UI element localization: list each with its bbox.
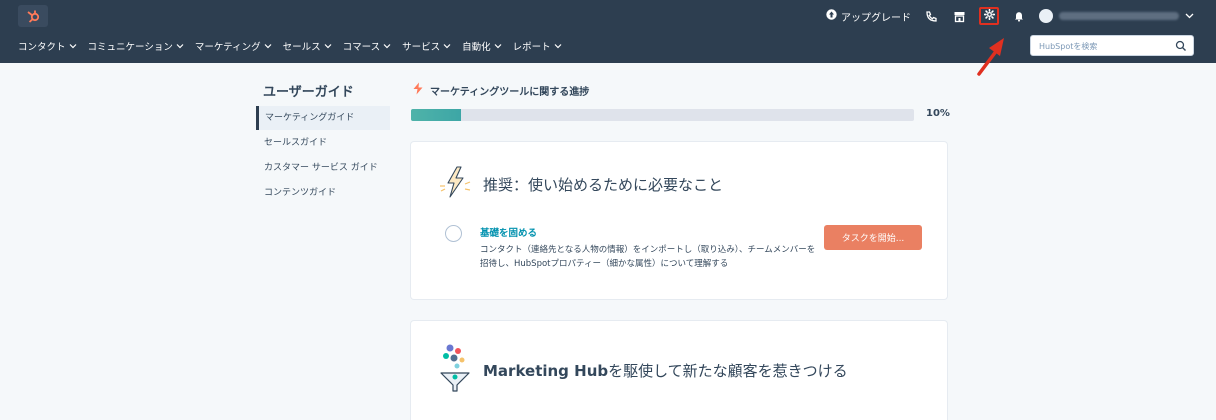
nav-label: サービス — [402, 42, 441, 53]
progress-bar-fill — [411, 109, 462, 121]
marketplace-icon[interactable] — [951, 8, 967, 24]
sidebar-item-marketing-guide[interactable]: マーケティングガイド — [256, 106, 390, 130]
card-heading-text: Marketing Hubを駆使して新たな顧客を惹きつける — [483, 360, 848, 381]
nav-label: セールス — [282, 42, 321, 53]
sidebar-title: ユーザーガイド — [263, 85, 354, 100]
hubspot-logo-icon[interactable] — [18, 5, 48, 27]
progress-header: マーケティングツールに関する進捗 — [412, 82, 589, 98]
card-heading-rest: を駆使して新たな顧客を惹きつける — [608, 361, 848, 380]
recommended-card: 推奨：使い始めるために必要なこと 基礎を固める コンタクト（連絡先となる人物の情… — [411, 142, 947, 299]
progress-title: マーケティングツールに関する進捗 — [430, 86, 590, 98]
phone-icon[interactable] — [923, 8, 939, 24]
chevron-down-icon — [264, 44, 272, 49]
chevron-down-icon — [554, 44, 562, 49]
nav-marketing[interactable]: マーケティング — [195, 39, 272, 53]
nav-label: コンタクト — [18, 42, 66, 53]
spark-icon — [412, 82, 424, 98]
top-navigation-bar: アップグレード コンタクト コミュニケーション マーケティング セールス コマー… — [0, 0, 1216, 63]
sidebar-guide-list: マーケティングガイド セールスガイド カスタマー サービス ガイド コンテンツガ… — [256, 106, 390, 206]
search-icon[interactable] — [1175, 40, 1187, 52]
gear-icon — [983, 8, 995, 23]
funnel-icon — [437, 343, 473, 397]
nav-conversations[interactable]: コミュニケーション — [88, 39, 184, 53]
nav-commerce[interactable]: コマース — [343, 39, 392, 53]
search-input[interactable] — [1039, 39, 1169, 53]
marketing-hub-card: Marketing Hubを駆使して新たな顧客を惹きつける — [411, 321, 947, 420]
lightning-icon — [437, 164, 473, 204]
global-search — [1030, 35, 1194, 56]
upgrade-button[interactable]: アップグレード — [826, 9, 911, 24]
avatar — [1039, 9, 1053, 23]
account-menu[interactable] — [1039, 9, 1194, 23]
bell-icon[interactable] — [1011, 8, 1027, 24]
nav-automation[interactable]: 自動化 — [462, 39, 502, 53]
nav-label: 自動化 — [462, 42, 491, 53]
nav-service[interactable]: サービス — [402, 39, 451, 53]
chevron-down-icon — [494, 44, 502, 49]
main-nav: コンタクト コミュニケーション マーケティング セールス コマース サービス 自… — [18, 37, 562, 55]
nav-sales[interactable]: セールス — [283, 39, 332, 53]
top-utility-row: アップグレード — [0, 0, 1216, 30]
nav-label: コミュニケーション — [87, 42, 173, 53]
chevron-down-icon — [1185, 11, 1194, 22]
annotation-arrow — [977, 38, 1004, 76]
sidebar-item-sales-guide[interactable]: セールスガイド — [256, 131, 390, 155]
sidebar-item-content-guide[interactable]: コンテンツガイド — [256, 181, 390, 205]
sidebar-item-service-guide[interactable]: カスタマー サービス ガイド — [256, 156, 390, 180]
task-title[interactable]: 基礎を固める — [480, 225, 537, 239]
nav-contacts[interactable]: コンタクト — [18, 39, 77, 53]
card-heading-brand: Marketing Hub — [483, 361, 609, 380]
start-task-button[interactable]: タスクを開始... — [824, 225, 922, 250]
task-complete-radio[interactable] — [445, 225, 462, 242]
progress-bar — [411, 109, 914, 121]
card-heading-text: 推奨：使い始めるために必要なこと — [483, 175, 724, 194]
upgrade-icon — [826, 9, 837, 23]
nav-label: コマース — [342, 42, 381, 53]
settings-button-highlight[interactable] — [979, 7, 999, 25]
card-heading: Marketing Hubを駆使して新たな顧客を惹きつける — [437, 343, 848, 397]
progress-percent: 10% — [926, 108, 950, 119]
chevron-down-icon — [324, 44, 332, 49]
card-heading: 推奨：使い始めるために必要なこと — [437, 164, 723, 204]
utility-tools: アップグレード — [826, 7, 1194, 25]
account-name-blurred — [1059, 12, 1179, 20]
nav-label: レポート — [512, 42, 551, 53]
task-description: コンタクト（連絡先となる人物の情報）をインポートし（取り込み）、チームメンバーを… — [480, 245, 816, 269]
chevron-down-icon — [443, 44, 451, 49]
chevron-down-icon — [176, 44, 184, 49]
nav-reports[interactable]: レポート — [513, 39, 562, 53]
nav-label: マーケティング — [194, 42, 261, 53]
chevron-down-icon — [383, 44, 391, 49]
upgrade-label: アップグレード — [841, 12, 911, 24]
chevron-down-icon — [69, 44, 76, 49]
